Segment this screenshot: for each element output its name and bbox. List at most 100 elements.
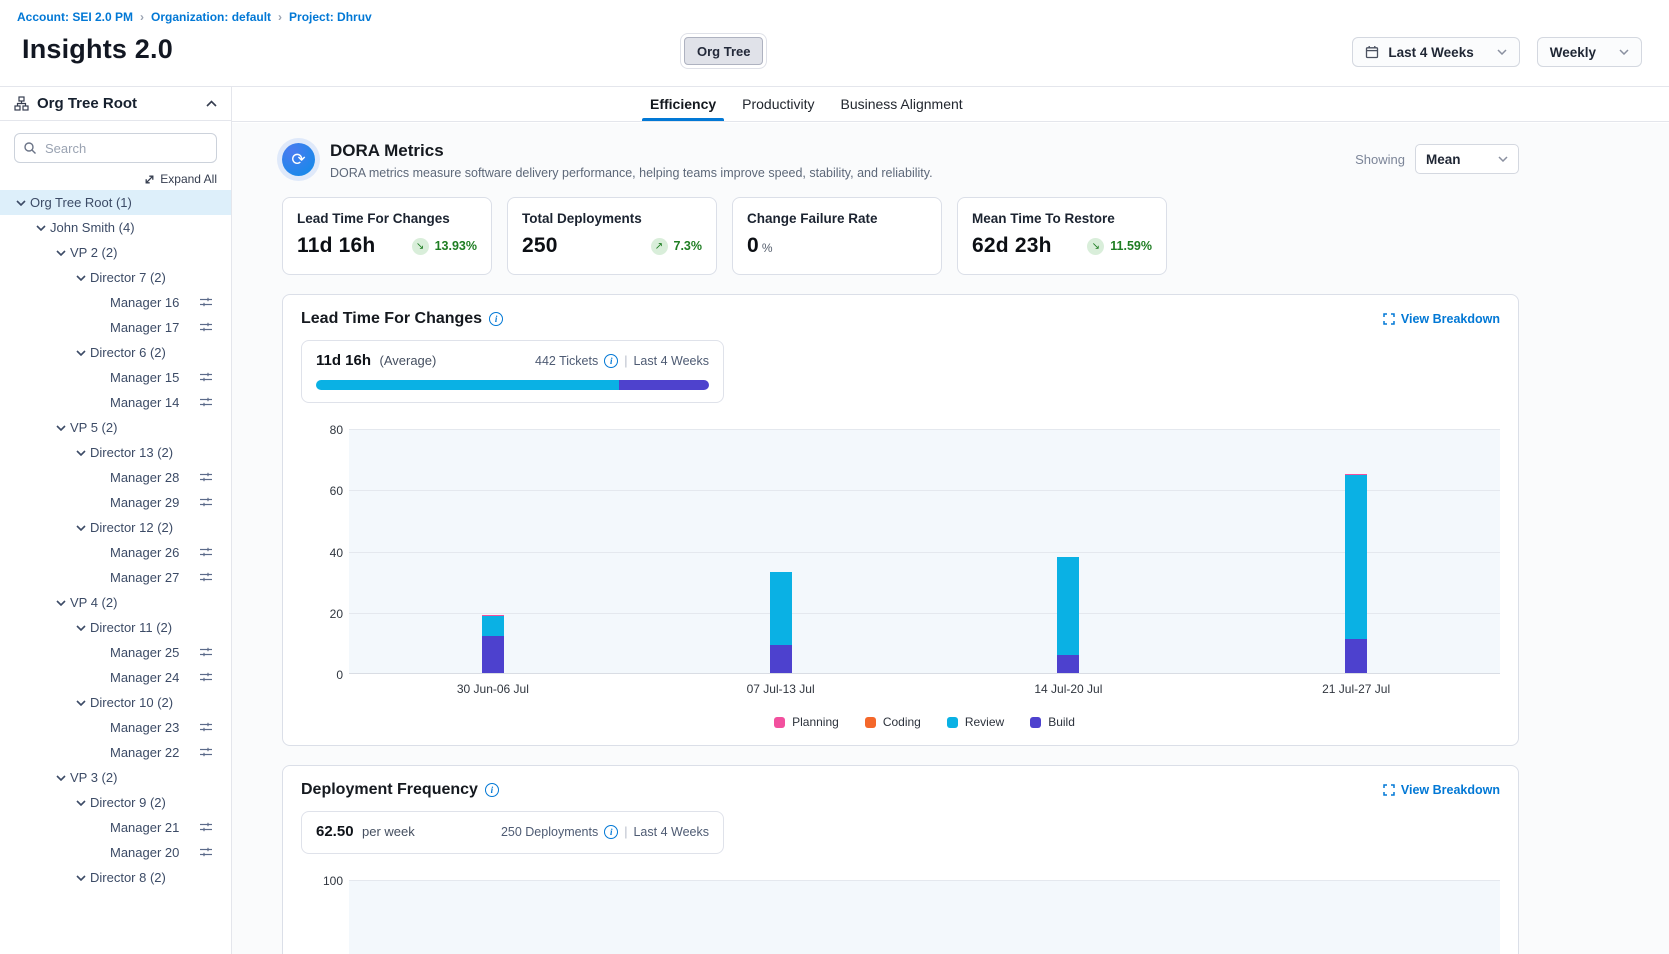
chevron-down-icon[interactable]	[76, 450, 90, 456]
gridline	[349, 552, 1500, 553]
chevron-down-icon[interactable]	[76, 275, 90, 281]
tree-item[interactable]: Manager 25	[0, 640, 231, 665]
sliders-icon[interactable]	[199, 321, 213, 333]
tree-item-label: Manager 25	[110, 645, 179, 660]
tree-item-label: Director 11 (2)	[90, 620, 172, 635]
tree-item[interactable]: Director 8 (2)	[0, 865, 231, 890]
sliders-icon[interactable]	[199, 646, 213, 658]
chevron-up-icon[interactable]	[206, 100, 217, 107]
tree-item[interactable]: Org Tree Root (1)	[0, 190, 231, 215]
info-icon[interactable]: i	[604, 354, 618, 368]
breadcrumb-link[interactable]: Project: Dhruv	[289, 10, 372, 24]
tree-item[interactable]: John Smith (4)	[0, 215, 231, 240]
sliders-icon[interactable]	[199, 546, 213, 558]
tree-item[interactable]: Manager 16	[0, 290, 231, 315]
chevron-down-icon[interactable]	[76, 625, 90, 631]
tree-item[interactable]: Manager 20	[0, 840, 231, 865]
metric-card-value: 62d 23h	[972, 234, 1052, 257]
showing-select[interactable]: Mean	[1415, 144, 1519, 174]
chevron-down-icon[interactable]	[56, 775, 70, 781]
sliders-icon[interactable]	[199, 471, 213, 483]
info-icon[interactable]: i	[489, 312, 503, 326]
chevron-down-icon[interactable]	[76, 875, 90, 881]
stacked-bar[interactable]	[482, 615, 504, 673]
sidebar-header: Org Tree Root	[0, 87, 231, 121]
tree-item[interactable]: Manager 22	[0, 740, 231, 765]
sliders-icon[interactable]	[199, 396, 213, 408]
tree-item[interactable]: Manager 26	[0, 540, 231, 565]
chevron-down-icon[interactable]	[56, 600, 70, 606]
tree-item[interactable]: Manager 15	[0, 365, 231, 390]
stacked-bar[interactable]	[1345, 474, 1367, 673]
tree-item[interactable]: VP 5 (2)	[0, 415, 231, 440]
tree-item[interactable]: Director 6 (2)	[0, 340, 231, 365]
tree-item[interactable]: Director 7 (2)	[0, 265, 231, 290]
legend-item-build[interactable]: Build	[1030, 715, 1075, 729]
chevron-down-icon[interactable]	[76, 525, 90, 531]
legend-item-review[interactable]: Review	[947, 715, 1004, 729]
granularity-select[interactable]: Weekly	[1537, 37, 1642, 67]
chevron-down-icon[interactable]	[76, 700, 90, 706]
sliders-icon[interactable]	[199, 671, 213, 683]
deployment-view-breakdown[interactable]: View Breakdown	[1383, 783, 1500, 797]
org-tree-icon	[14, 96, 29, 111]
tree-item[interactable]: Manager 27	[0, 565, 231, 590]
sliders-icon[interactable]	[199, 846, 213, 858]
tree-item-label: Manager 21	[110, 820, 179, 835]
tree-item[interactable]: VP 2 (2)	[0, 240, 231, 265]
tree-item[interactable]: Manager 23	[0, 715, 231, 740]
breadcrumb-link[interactable]: Account: SEI 2.0 PM	[17, 10, 133, 24]
chevron-down-icon[interactable]	[16, 200, 30, 206]
tree-item[interactable]: Manager 17	[0, 315, 231, 340]
chevron-down-icon[interactable]	[76, 350, 90, 356]
chevron-down-icon	[1619, 49, 1629, 55]
org-tree-toggle[interactable]: Org Tree	[684, 37, 763, 65]
content-scroll[interactable]: ⟳ DORA Metrics DORA metrics measure soft…	[232, 123, 1669, 954]
y-axis-tick: 20	[315, 607, 343, 621]
sliders-icon[interactable]	[199, 746, 213, 758]
tree-item[interactable]: Manager 14	[0, 390, 231, 415]
lead-time-view-breakdown[interactable]: View Breakdown	[1383, 312, 1500, 326]
trend-percent: 11.59%	[1110, 239, 1152, 253]
tab-efficiency[interactable]: Efficiency	[648, 87, 718, 121]
breadcrumb-link[interactable]: Organization: default	[151, 10, 271, 24]
chevron-down-icon[interactable]	[76, 800, 90, 806]
sliders-icon[interactable]	[199, 371, 213, 383]
bar-segment-review	[770, 572, 792, 646]
sliders-icon[interactable]	[199, 721, 213, 733]
tree-item-label: Manager 27	[110, 570, 179, 585]
tree-item[interactable]: VP 3 (2)	[0, 765, 231, 790]
info-icon[interactable]: i	[604, 825, 618, 839]
sliders-icon[interactable]	[199, 496, 213, 508]
tree-item[interactable]: Director 10 (2)	[0, 690, 231, 715]
stacked-bar[interactable]	[1057, 557, 1079, 673]
tree-item-label: VP 5 (2)	[70, 420, 117, 435]
date-range-select[interactable]: Last 4 Weeks	[1352, 37, 1519, 67]
tree-item[interactable]: Manager 24	[0, 665, 231, 690]
stacked-bar[interactable]	[770, 572, 792, 673]
tab-business-alignment[interactable]: Business Alignment	[839, 87, 965, 121]
sliders-icon[interactable]	[199, 571, 213, 583]
tab-productivity[interactable]: Productivity	[740, 87, 816, 121]
tree-item[interactable]: Director 9 (2)	[0, 790, 231, 815]
tree-item[interactable]: VP 4 (2)	[0, 590, 231, 615]
sliders-icon[interactable]	[199, 296, 213, 308]
chevron-down-icon[interactable]	[56, 250, 70, 256]
info-icon[interactable]: i	[485, 783, 499, 797]
tree-item[interactable]: Director 12 (2)	[0, 515, 231, 540]
sliders-icon[interactable]	[199, 821, 213, 833]
tree-item-label: Manager 17	[110, 320, 179, 335]
tree-item[interactable]: Manager 29	[0, 490, 231, 515]
legend-swatch	[1030, 717, 1041, 728]
chevron-down-icon[interactable]	[36, 225, 50, 231]
expand-all-button[interactable]: Expand All	[144, 172, 217, 186]
tree-item[interactable]: Director 13 (2)	[0, 440, 231, 465]
chevron-down-icon[interactable]	[56, 425, 70, 431]
legend-item-planning[interactable]: Planning	[774, 715, 839, 729]
tree-item[interactable]: Director 11 (2)	[0, 615, 231, 640]
search-input[interactable]	[14, 133, 217, 163]
tree-item[interactable]: Manager 21	[0, 815, 231, 840]
x-axis-label: 30 Jun-06 Jul	[457, 682, 529, 696]
tree-item[interactable]: Manager 28	[0, 465, 231, 490]
legend-item-coding[interactable]: Coding	[865, 715, 921, 729]
